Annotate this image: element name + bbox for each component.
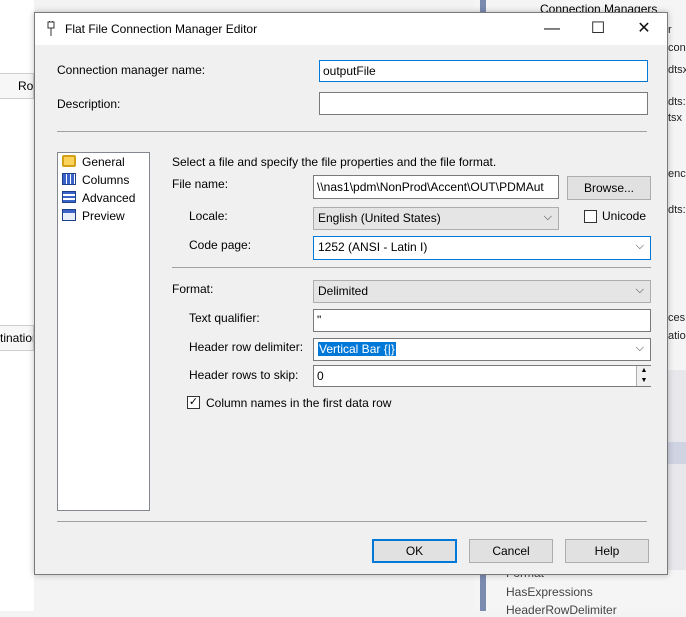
header-row-delimiter-value: Vertical Bar {|} — [318, 342, 396, 356]
description-input[interactable] — [319, 92, 648, 115]
locale-label: Locale: — [189, 209, 228, 223]
background-property-headerrowdelimiter: HeaderRowDelimiter — [506, 603, 617, 617]
help-button[interactable]: Help — [565, 539, 649, 563]
dialog-title: Flat File Connection Manager Editor — [65, 22, 258, 36]
stepper-down-button[interactable]: ▼ — [636, 376, 651, 386]
background-task-item: Ro — [0, 73, 34, 99]
chevron-down-icon: ⌵ — [635, 342, 644, 354]
nav-item-columns[interactable]: Columns — [62, 173, 129, 191]
text-qualifier-input[interactable]: " — [313, 309, 651, 332]
nav-item-advanced[interactable]: Advanced — [62, 191, 135, 209]
code-page-value: 1252 (ANSI - Latin I) — [318, 240, 428, 254]
minimize-icon: — — [544, 20, 560, 37]
footer-separator — [57, 521, 647, 522]
background-destination-item: tination — [0, 325, 34, 351]
nav-item-label: Columns — [82, 173, 130, 187]
browse-button[interactable]: Browse... — [567, 176, 651, 200]
general-icon — [62, 155, 76, 167]
title-bar[interactable]: Flat File Connection Manager Editor — ☐ … — [35, 13, 667, 45]
format-value: Delimited — [318, 284, 369, 298]
background-tree-text: dts: — [668, 204, 686, 216]
chevron-down-icon: ⌵ — [635, 284, 644, 296]
navigation-pane: General Columns Advanced Preview — [57, 152, 150, 511]
background-tree-text: ation — [668, 330, 686, 342]
unicode-checkbox[interactable] — [584, 210, 597, 223]
code-page-dropdown[interactable]: 1252 (ANSI - Latin I) ⌵ — [313, 236, 651, 260]
column-names-label: Column names in the first data row — [206, 396, 392, 410]
chevron-down-icon: ⌵ — [543, 211, 552, 223]
background-tree-text: dtsx — [668, 64, 686, 76]
locale-dropdown[interactable]: English (United States) ⌵ — [313, 207, 559, 230]
chevron-up-icon: ▲ — [640, 367, 648, 374]
background-tree-text: r — [668, 24, 672, 36]
flat-file-connection-manager-editor-dialog: Flat File Connection Manager Editor — ☐ … — [34, 12, 668, 575]
stepper-up-button[interactable]: ▲ — [636, 366, 651, 376]
ok-button[interactable]: OK — [372, 539, 457, 563]
section-separator — [172, 267, 651, 268]
code-page-label: Code page: — [189, 238, 252, 252]
columns-icon — [62, 173, 76, 185]
background-property-hasexpressions: HasExpressions — [506, 585, 593, 599]
plug-icon — [45, 20, 57, 37]
file-name-label: File name: — [172, 177, 229, 191]
header-separator — [57, 131, 647, 132]
locale-value: English (United States) — [318, 211, 441, 225]
background-tree-text: conn — [668, 42, 686, 54]
nav-item-general[interactable]: General — [62, 155, 125, 173]
advanced-icon — [62, 191, 76, 203]
connection-manager-name-label: Connection manager name: — [57, 63, 206, 77]
unicode-label: Unicode — [602, 209, 647, 223]
checkmark-icon: ✓ — [188, 396, 199, 408]
background-tree-text: dts: — [668, 96, 686, 108]
close-icon: ✕ — [637, 20, 651, 37]
chevron-down-icon: ⌵ — [635, 240, 644, 252]
background-tree-text: tsx — [668, 112, 683, 124]
text-qualifier-label: Text qualifier: — [189, 311, 260, 325]
maximize-button[interactable]: ☐ — [575, 13, 621, 45]
nav-item-label: Preview — [82, 209, 125, 223]
nav-item-preview[interactable]: Preview — [62, 209, 125, 227]
nav-item-label: Advanced — [82, 191, 136, 205]
file-name-input[interactable]: \\nas1\pdm\NonProd\Accent\OUT\PDMAut — [313, 175, 559, 199]
background-destination-label: tination — [0, 331, 33, 345]
nav-item-label: General — [82, 155, 125, 169]
header-rows-to-skip-label: Header rows to skip: — [189, 368, 299, 382]
preview-icon — [62, 209, 76, 221]
format-dropdown[interactable]: Delimited ⌵ — [313, 280, 651, 303]
header-rows-to-skip-value: 0 — [317, 369, 324, 383]
background-properties-selection — [668, 442, 686, 464]
maximize-icon: ☐ — [590, 20, 606, 37]
connection-manager-name-input[interactable]: outputFile — [319, 60, 648, 82]
format-label: Format: — [172, 282, 214, 296]
background-tree-text: ence — [668, 168, 686, 180]
minimize-button[interactable]: — — [529, 13, 575, 45]
background-task-label: Ro — [18, 79, 34, 93]
cancel-button[interactable]: Cancel — [469, 539, 553, 563]
header-row-delimiter-label: Header row delimiter: — [189, 340, 304, 354]
header-row-delimiter-dropdown[interactable]: Vertical Bar {|} ⌵ — [313, 338, 651, 361]
close-button[interactable]: ✕ — [621, 13, 667, 45]
column-names-checkbox[interactable]: ✓ — [187, 396, 200, 409]
description-label: Description: — [57, 97, 121, 111]
instructions-text: Select a file and specify the file prope… — [172, 155, 497, 169]
chevron-down-icon: ▼ — [640, 377, 648, 384]
background-tree-text: ces — [668, 312, 686, 324]
header-rows-to-skip-stepper[interactable]: 0 — [313, 365, 651, 387]
